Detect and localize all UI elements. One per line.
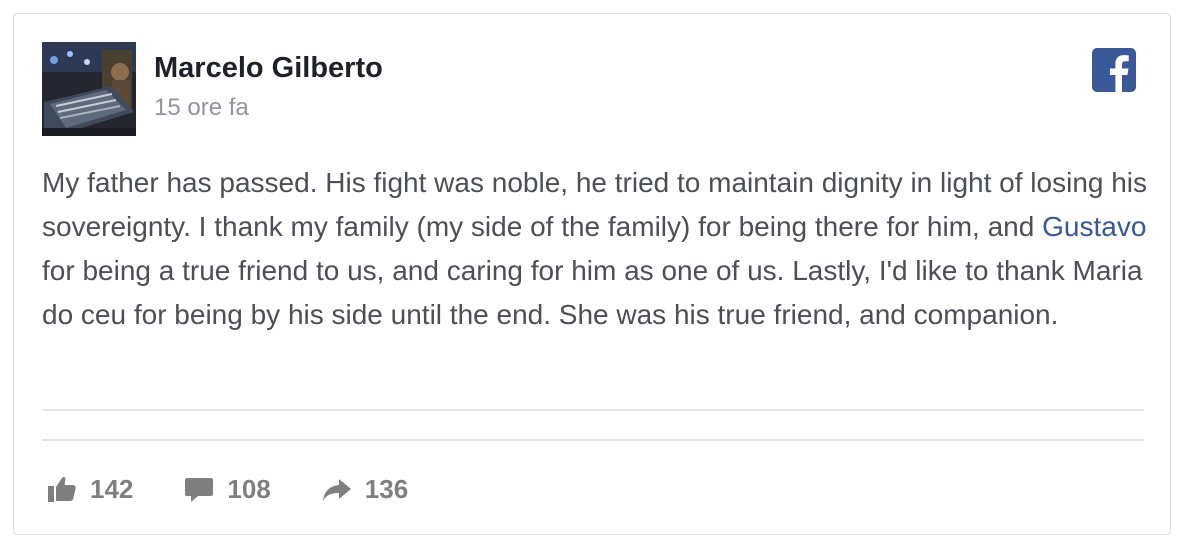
divider (42, 409, 1144, 411)
thumbs-up-icon (46, 473, 78, 505)
facebook-post-card: Marcelo Gilberto 15 ore fa My father has… (13, 13, 1171, 535)
post-timestamp[interactable]: 15 ore fa (154, 94, 249, 122)
like-action[interactable]: 142 (46, 473, 133, 505)
avatar-image (42, 42, 136, 136)
share-action[interactable]: 136 (321, 473, 408, 505)
mention-link[interactable]: Gustavo (1042, 211, 1146, 242)
speech-bubble-icon (183, 473, 215, 505)
divider (42, 439, 1144, 441)
message-text-part1: My father has passed. His fight was nobl… (42, 167, 1148, 242)
comment-count: 108 (227, 473, 271, 504)
share-count: 136 (364, 473, 409, 504)
comment-action[interactable]: 108 (183, 473, 271, 505)
avatar[interactable] (42, 42, 136, 136)
post-message: My father has passed. His fight was nobl… (42, 161, 1152, 337)
share-arrow-icon (321, 473, 353, 505)
facebook-logo-icon[interactable] (1092, 48, 1136, 92)
message-text-part2: for being a true friend to us, and carin… (42, 255, 1143, 330)
author-name[interactable]: Marcelo Gilberto (154, 52, 383, 85)
like-count: 142 (90, 473, 134, 504)
post-actions-bar: 142 108 136 (46, 469, 458, 509)
